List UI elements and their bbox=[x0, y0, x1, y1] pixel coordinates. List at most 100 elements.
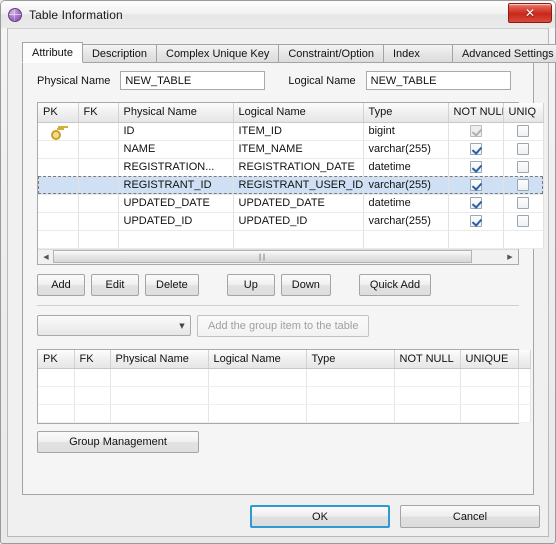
quick-add-button[interactable]: Quick Add bbox=[358, 273, 432, 296]
cell-logical-name: REGISTRATION_DATE bbox=[233, 158, 364, 177]
cell-fk bbox=[78, 194, 119, 213]
checkbox-unique bbox=[517, 125, 529, 138]
cell-not-null[interactable] bbox=[448, 212, 504, 231]
close-button[interactable]: ✕ bbox=[508, 3, 552, 23]
column-header-physical-name[interactable]: Physical Name bbox=[118, 103, 234, 123]
column-header-not-null[interactable]: NOT NULL bbox=[448, 103, 504, 123]
group-cell bbox=[518, 386, 531, 405]
cancel-button[interactable]: Cancel bbox=[400, 505, 540, 528]
add-group-item-button[interactable]: Add the group item to the table bbox=[197, 314, 370, 337]
cell-fk bbox=[78, 158, 119, 177]
cell-unique[interactable] bbox=[503, 176, 544, 195]
group-cell bbox=[74, 404, 111, 423]
logical-name-label: Logical Name bbox=[288, 74, 356, 87]
group-column-header-pk[interactable]: PK bbox=[38, 349, 75, 369]
cell-type: varchar(255) bbox=[363, 140, 449, 159]
horizontal-scrollbar[interactable]: ◀ ‖‖ ▶ bbox=[38, 248, 518, 264]
tab-attribute[interactable]: Attribute bbox=[22, 42, 83, 63]
physical-name-input[interactable]: NEW_TABLE bbox=[120, 71, 266, 90]
cell-unique[interactable] bbox=[503, 140, 544, 159]
window-title: Table Information bbox=[29, 7, 123, 22]
group-grid[interactable]: PK FK Physical Name Logical Name Type NO… bbox=[37, 348, 531, 424]
table-row-empty[interactable] bbox=[38, 230, 544, 249]
cell-not-null[interactable] bbox=[448, 158, 504, 177]
column-header-type[interactable]: Type bbox=[363, 103, 449, 123]
logical-name-value: NEW_TABLE bbox=[370, 74, 437, 87]
tab-description-label: Description bbox=[91, 47, 147, 60]
add-button[interactable]: Add bbox=[37, 273, 85, 296]
column-header-pk[interactable]: PK bbox=[38, 103, 79, 123]
cell-unique[interactable] bbox=[503, 122, 544, 141]
checkbox-unique bbox=[517, 197, 529, 210]
table-row[interactable]: NAME ITEM_NAME varchar(255) bbox=[38, 140, 544, 159]
cell-not-null[interactable] bbox=[448, 194, 504, 213]
edit-button[interactable]: Edit bbox=[91, 273, 139, 296]
cell-empty bbox=[78, 230, 119, 249]
cell-pk bbox=[38, 158, 79, 177]
table-row[interactable]: REGISTRANT_ID REGISTRANT_USER_ID varchar… bbox=[38, 176, 544, 195]
cell-unique[interactable] bbox=[503, 212, 544, 231]
cell-not-null[interactable] bbox=[448, 140, 504, 159]
cell-not-null[interactable] bbox=[448, 176, 504, 195]
scroll-right-icon[interactable]: ▶ bbox=[503, 250, 517, 263]
purple-sphere-icon bbox=[8, 7, 22, 22]
cell-logical-name: UPDATED_ID bbox=[233, 212, 364, 231]
group-column-header-fk[interactable]: FK bbox=[74, 349, 111, 369]
scrollbar-grip-icon: ‖‖ bbox=[258, 252, 267, 261]
group-cell bbox=[306, 404, 395, 423]
group-column-header-physical-name[interactable]: Physical Name bbox=[110, 349, 209, 369]
cell-not-null[interactable] bbox=[448, 122, 504, 141]
delete-button[interactable]: Delete bbox=[145, 273, 199, 296]
group-table-row[interactable] bbox=[38, 386, 531, 405]
group-cell bbox=[208, 404, 307, 423]
tab-index-label: Index bbox=[392, 47, 420, 60]
attribute-grid[interactable]: PK FK Physical Name Logical Name Type NO… bbox=[37, 102, 544, 265]
table-row[interactable]: REGISTRATION... REGISTRATION_DATE dateti… bbox=[38, 158, 544, 177]
scroll-left-icon[interactable]: ◀ bbox=[39, 250, 53, 263]
cell-type: varchar(255) bbox=[363, 176, 449, 195]
checkbox-not-null bbox=[469, 215, 482, 228]
cell-fk bbox=[78, 140, 119, 159]
table-row[interactable]: UPDATED_ID UPDATED_ID varchar(255) bbox=[38, 212, 544, 231]
cell-physical-name: REGISTRANT_ID bbox=[118, 176, 234, 195]
group-column-header-type[interactable]: Type bbox=[306, 349, 395, 369]
tab-description[interactable]: Description bbox=[81, 44, 157, 63]
title-bar: Table Information ✕ bbox=[1, 1, 555, 28]
group-dropdown[interactable]: ▼ bbox=[37, 315, 191, 336]
cell-type: varchar(255) bbox=[363, 212, 449, 231]
table-row[interactable]: UPDATED_DATE UPDATED_DATE datetime bbox=[38, 194, 544, 213]
tab-constraint-option[interactable]: Constraint/Option bbox=[278, 44, 384, 63]
cell-unique[interactable] bbox=[503, 194, 544, 213]
group-table-row[interactable] bbox=[38, 404, 531, 423]
column-header-unique[interactable]: UNIQ bbox=[503, 103, 544, 123]
column-header-fk[interactable]: FK bbox=[78, 103, 119, 123]
tab-advanced-settings[interactable]: Advanced Settings bbox=[451, 44, 556, 63]
checkbox-unique bbox=[517, 215, 529, 228]
group-table-row[interactable] bbox=[38, 368, 531, 387]
cell-type: datetime bbox=[363, 194, 449, 213]
tab-index[interactable]: Index bbox=[382, 44, 453, 63]
group-cell bbox=[38, 386, 75, 405]
cell-fk bbox=[78, 212, 119, 231]
checkbox-unique bbox=[517, 143, 529, 156]
group-column-header-logical-name[interactable]: Logical Name bbox=[208, 349, 307, 369]
scrollbar-track[interactable]: ‖‖ bbox=[53, 250, 503, 263]
chevron-down-icon: ▼ bbox=[179, 321, 185, 330]
tab-complex-unique-key-label: Complex Unique Key bbox=[166, 47, 270, 60]
group-column-header-not-null[interactable]: NOT NULL bbox=[394, 349, 461, 369]
group-cell bbox=[306, 368, 395, 387]
table-row[interactable]: ID ITEM_ID bigint bbox=[38, 122, 544, 141]
cell-pk bbox=[38, 194, 79, 213]
group-column-header-unique[interactable]: UNIQUE bbox=[460, 349, 519, 369]
cell-unique[interactable] bbox=[503, 158, 544, 177]
move-up-button[interactable]: Up bbox=[226, 273, 275, 296]
group-management-button[interactable]: Group Management bbox=[37, 431, 199, 453]
cell-empty bbox=[448, 230, 504, 249]
column-header-logical-name[interactable]: Logical Name bbox=[233, 103, 364, 123]
cell-pk bbox=[38, 122, 79, 141]
scrollbar-thumb[interactable]: ‖‖ bbox=[53, 250, 472, 263]
tab-complex-unique-key[interactable]: Complex Unique Key bbox=[156, 44, 280, 63]
logical-name-input[interactable]: NEW_TABLE bbox=[365, 71, 511, 90]
move-down-button[interactable]: Down bbox=[280, 273, 331, 296]
ok-button[interactable]: OK bbox=[250, 505, 390, 528]
